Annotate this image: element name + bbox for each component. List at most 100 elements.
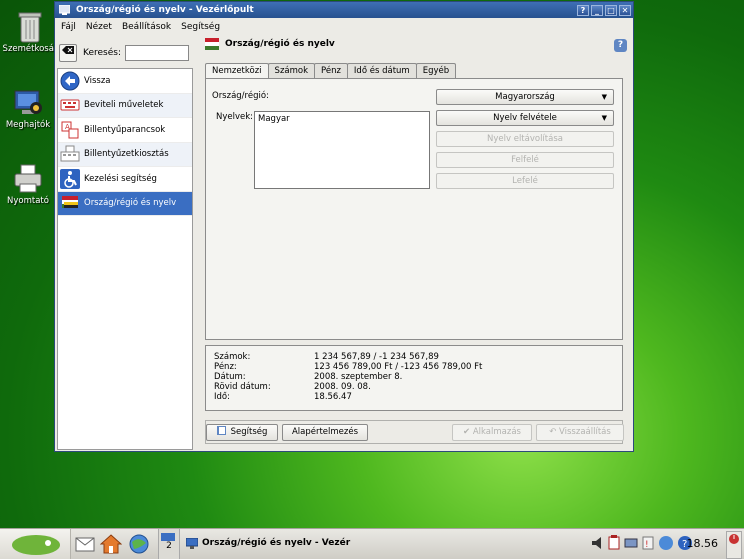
search-input[interactable] [124,45,189,61]
tab-numbers[interactable]: Számok [267,63,316,78]
search-bar: Keresés: [59,43,189,63]
preview-short-date: Rövid dátum: 2008. 09. 08. [214,382,371,392]
content-area: Ország/régió és nyelv ? Nemzetközi Számo… [201,35,633,450]
desktop-icon-label: Nyomtató [7,196,49,206]
checkmark-icon: ✔ [463,427,473,437]
move-down-button[interactable]: Lefelé [436,173,614,189]
move-up-button[interactable]: Felfelé [436,152,614,168]
tab-international[interactable]: Nemzetközi [205,63,269,79]
undo-icon: ↶ [549,427,560,437]
reset-button-label: Visszaállítás [559,427,611,437]
page-title-text: Ország/régió és nyelv [225,39,335,49]
apply-button[interactable]: ✔ Alkalmazás [452,424,532,441]
home-icon[interactable] [100,533,122,555]
country-select[interactable]: Magyarország ▼ [436,89,614,105]
window-help-button[interactable]: ? [577,4,589,16]
clipboard-icon[interactable] [607,535,621,551]
add-language-label: Nyelv felvétele [493,113,557,123]
country-value: Magyarország [495,92,555,102]
clear-search-button[interactable] [59,44,77,62]
sidebar-item-shortcuts[interactable]: A Billentyűparancsok [58,118,192,143]
preview-value: 123 456 789,00 Ft / -123 456 789,00 Ft [314,362,483,372]
svg-text:A: A [65,123,70,131]
desktop-icon-trash[interactable]: Szemétkosár [2,10,58,55]
tab-money[interactable]: Pénz [314,63,348,78]
network-icon[interactable] [624,535,638,551]
window-maximize-button[interactable]: □ [605,4,617,16]
sidebar-item-label: Beviteli műveletek [84,100,164,111]
country-label: Ország/régió: [212,91,269,101]
system-tray: ! ? [590,535,693,551]
sidebar-item-label: Vissza [84,75,111,86]
globe-tray-icon[interactable] [658,535,674,551]
add-language-button[interactable]: Nyelv felvétele ▼ [436,110,614,126]
tab-time-date[interactable]: Idő és dátum [346,63,417,78]
desktop-icon-printer[interactable]: Nyomtató [0,162,56,207]
preview-value: 1 234 567,89 / -1 234 567,89 [314,352,439,362]
sidebar-item-accessibility[interactable]: Kezelési segítség [58,167,192,192]
chevron-down-icon: ▼ [601,93,607,101]
preview-value: 2008. 09. 08. [314,382,371,392]
menubar: Fájl Nézet Beállítások Segítség [55,18,633,36]
desktop-icon-label: Szemétkosár [2,44,58,54]
preview-time: Idő: 18.56.47 [214,392,352,402]
trash-icon [14,10,46,43]
window-title: Ország/régió és nyelv - Vezérlőpult [76,5,254,15]
tab-other[interactable]: Egyéb [415,63,457,78]
preview-numbers: Számok: 1 234 567,89 / -1 234 567,89 [214,352,439,362]
volume-icon[interactable] [590,535,604,551]
sidebar-item-label: Billentyűparancsok [84,124,166,135]
preview-label: Pénz: [214,362,237,372]
remove-language-button[interactable]: Nyelv eltávolítása [436,131,614,147]
reset-button[interactable]: ↶ Visszaállítás [536,424,624,441]
taskbar-app-button[interactable]: Ország/régió és nyelv - Vezér [186,531,350,555]
desktop-icon-drives[interactable]: Meghajtók [0,86,56,131]
sidebar-item-region-language[interactable]: Ország/régió és nyelv [58,191,192,216]
sidebar-item-keyboard-layout[interactable]: Billentyűzetkiosztás [58,142,192,167]
preview-label: Idő: [214,392,230,402]
taskbar: 2 Ország/régió és nyelv - Vezér ! ? 18.5… [0,528,744,559]
button-bar: Segítség Alapértelmezés ✔ Alkalmazás ↶ V… [205,420,624,444]
desktop-pager[interactable]: 2 [158,529,180,559]
sidebar-item-input-actions[interactable]: Beviteli műveletek [58,93,192,118]
languages-label: Nyelvek: [216,112,254,122]
sidebar-item-label: Kezelési segítség [84,173,157,184]
shortcuts-icon: A [61,121,79,139]
pager-desktop-1[interactable] [161,533,175,541]
update-icon[interactable]: ! [641,535,655,551]
menu-help[interactable]: Segítség [181,22,220,32]
clear-icon [62,46,74,54]
window-titlebar[interactable]: Ország/régió és nyelv - Vezérlőpult ? _ … [55,2,633,18]
flag-icon [205,38,219,50]
list-item[interactable]: Magyar [258,114,426,124]
chameleon-logo-icon [12,535,60,555]
help-button-label: Segítség [230,427,268,437]
clock[interactable]: 18.56 [687,537,719,550]
window-close-button[interactable]: ✕ [619,4,631,16]
start-button[interactable] [0,529,71,559]
desktop-icon-label: Meghajtók [5,120,51,130]
flag-icon [62,196,78,209]
help-button[interactable]: Segítség [206,424,278,441]
preview-label: Rövid dátum: [214,382,271,392]
pager-desktop-2[interactable]: 2 [159,541,179,551]
globe-icon[interactable] [128,533,150,555]
preview-value: 2008. szeptember 8. [314,372,403,382]
whats-this-help-icon[interactable]: ? [614,39,627,52]
book-icon [216,426,226,435]
printer-icon [12,162,44,194]
languages-list[interactable]: Magyar [254,111,430,189]
menu-settings[interactable]: Beállítások [122,22,171,32]
back-arrow-icon [60,71,80,91]
sidebar-item-back[interactable]: Vissza [58,69,192,94]
menu-file[interactable]: Fájl [61,22,76,32]
international-tab-panel: Ország/régió: Magyarország ▼ Nyelvek: Ma… [205,78,623,340]
menu-view[interactable]: Nézet [86,22,112,32]
page-title: Ország/régió és nyelv [205,38,335,50]
defaults-button[interactable]: Alapértelmezés [282,424,368,441]
format-preview: Számok: 1 234 567,89 / -1 234 567,89 Pénz… [205,345,623,411]
email-icon[interactable] [74,533,96,555]
window-minimize-button[interactable]: _ [591,4,603,16]
logout-button[interactable] [726,531,742,559]
keyboard-icon [60,99,80,111]
